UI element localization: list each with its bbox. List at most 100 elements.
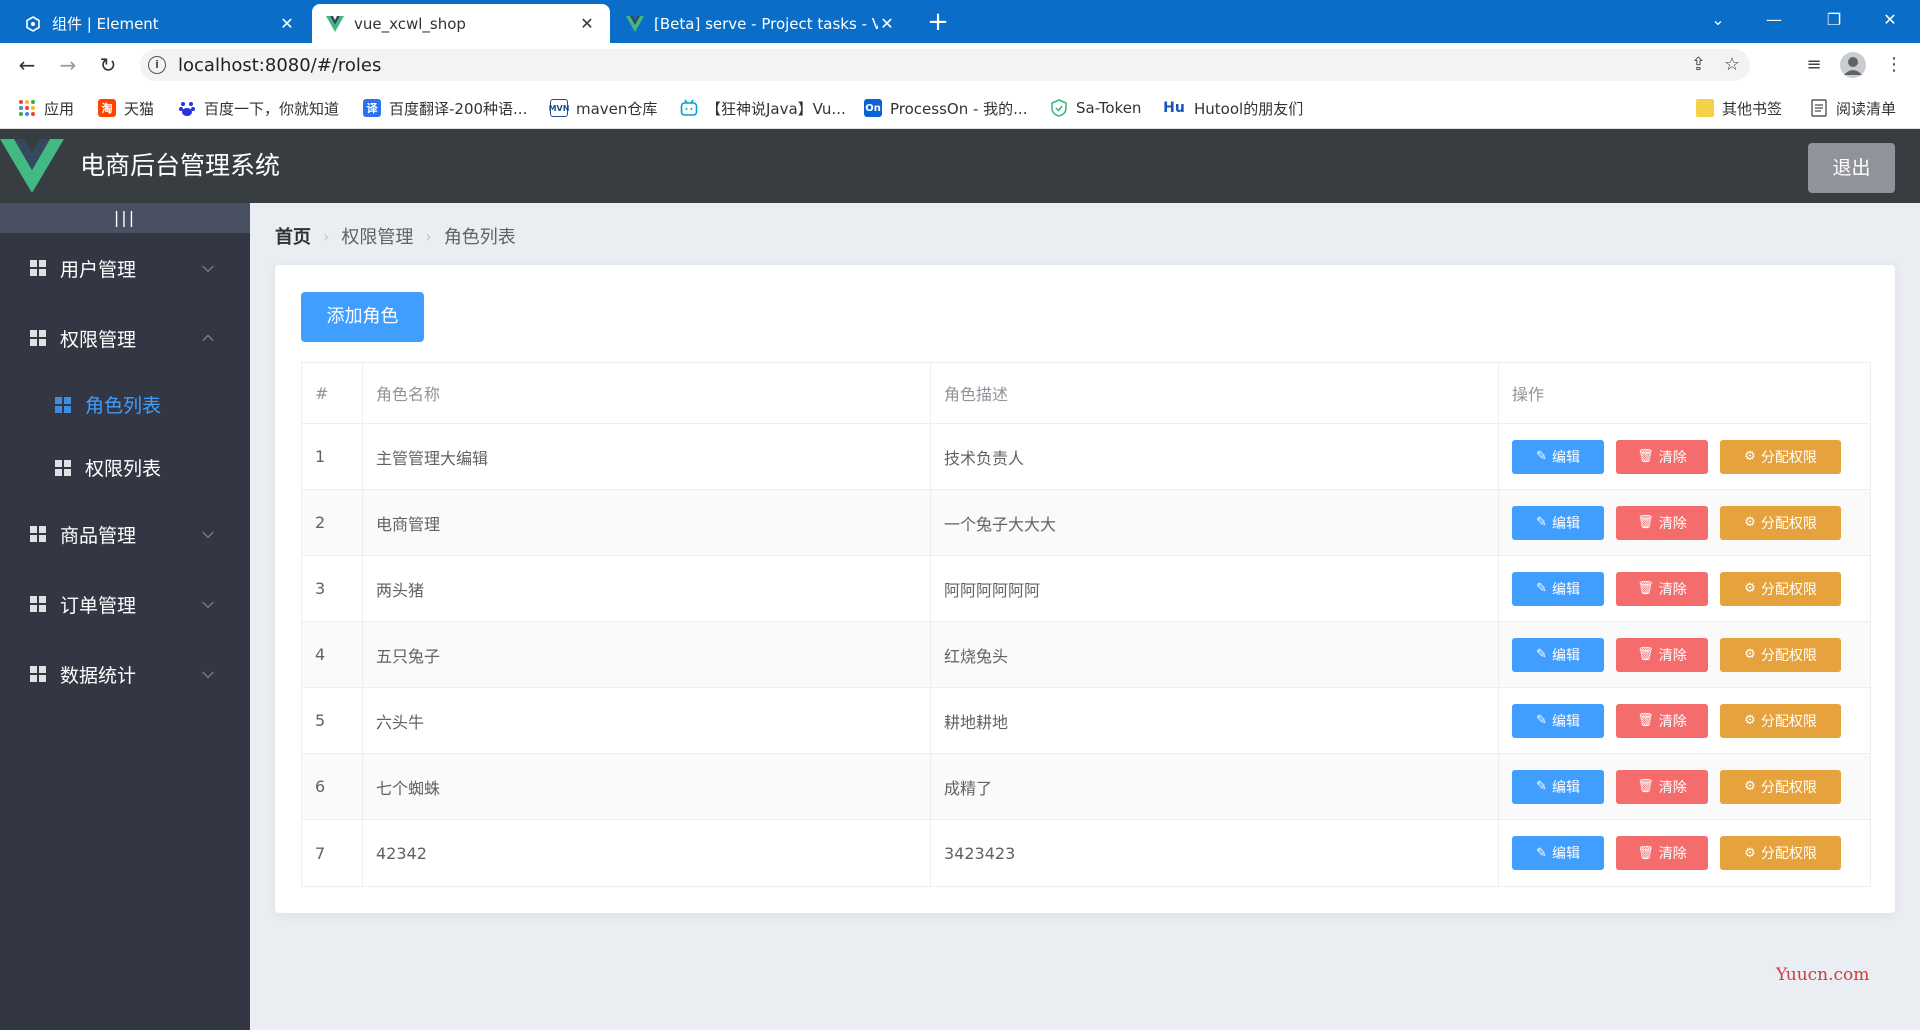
close-tab-icon[interactable]: ✕: [278, 14, 296, 33]
delete-button[interactable]: 🗑 清除: [1616, 637, 1708, 672]
delete-button[interactable]: 🗑 清除: [1616, 505, 1708, 540]
table-header-row: # 角色名称 角色描述 操作: [302, 363, 1870, 424]
sidebar-item-permission-list[interactable]: 权限列表: [0, 436, 250, 499]
delete-button[interactable]: 🗑 清除: [1616, 703, 1708, 738]
bookmark-baidu-translate[interactable]: 译 百度翻译-200种语...: [363, 87, 527, 129]
edit-button[interactable]: ✎ 编辑: [1512, 769, 1604, 804]
bookmark-tmall[interactable]: 淘 天猫: [98, 87, 154, 129]
sidebar-item-permissions[interactable]: 权限管理: [0, 303, 250, 373]
edit-button[interactable]: ✎ 编辑: [1512, 703, 1604, 738]
close-tab-icon[interactable]: ✕: [578, 14, 596, 33]
bookmark-apps[interactable]: 应用: [18, 87, 74, 129]
logout-button[interactable]: 退出: [1808, 143, 1895, 193]
cell-actions: ✎ 编辑 🗑 清除 ⚙ 分配权限: [1499, 424, 1870, 489]
tab-search-icon[interactable]: ⌄: [1690, 0, 1746, 40]
grid-menu-icon: [30, 666, 46, 682]
bookmark-label: 应用: [44, 99, 75, 118]
assign-permission-button[interactable]: ⚙ 分配权限: [1720, 703, 1841, 738]
browser-tab-element[interactable]: 组件 | Element ✕: [10, 4, 310, 43]
edit-label: 编辑: [1551, 779, 1580, 796]
sidebar-item-label: 订单管理: [60, 594, 137, 617]
browser-toolbar: ← → ↻ i localhost:8080/#/roles ⇪ ☆ ≡ ⋮: [0, 43, 1920, 87]
assign-permission-button[interactable]: ⚙ 分配权限: [1720, 637, 1841, 672]
browser-tab-project-tasks[interactable]: [Beta] serve - Project tasks - V ✕: [612, 4, 910, 43]
assign-permission-label: 分配权限: [1760, 515, 1817, 532]
add-role-button[interactable]: 添加角色: [301, 292, 424, 342]
delete-button[interactable]: 🗑 清除: [1616, 439, 1708, 474]
cell-role-name: 两头猪: [363, 556, 931, 621]
browser-tab-vue-xcwl-shop[interactable]: vue_xcwl_shop ✕: [312, 4, 610, 43]
chevron-right-icon: ›: [425, 226, 432, 246]
bookmark-baidu[interactable]: 百度一下，你就知道: [178, 87, 339, 129]
delete-label: 清除: [1658, 515, 1687, 532]
delete-label: 清除: [1658, 581, 1687, 598]
delete-button[interactable]: 🗑 清除: [1616, 571, 1708, 606]
bookmark-label: maven仓库: [576, 99, 658, 118]
edit-icon: ✎: [1536, 779, 1547, 794]
assign-permission-button[interactable]: ⚙ 分配权限: [1720, 439, 1841, 474]
close-window-icon[interactable]: ✕: [1862, 0, 1918, 40]
assign-permission-label: 分配权限: [1760, 779, 1817, 796]
delete-button[interactable]: 🗑 清除: [1616, 836, 1708, 870]
bookmark-other-folder[interactable]: 其他书签: [1696, 87, 1782, 129]
bookmark-sa-token[interactable]: Sa-Token: [1050, 87, 1141, 129]
tab-title: 组件 | Element: [52, 15, 159, 33]
sidebar-item-label: 角色列表: [85, 395, 162, 417]
bookmark-processon[interactable]: On ProcessOn - 我的...: [864, 87, 1027, 129]
sidebar-item-goods[interactable]: 商品管理: [0, 499, 250, 569]
assign-permission-button[interactable]: ⚙ 分配权限: [1720, 571, 1841, 606]
cell-index: 6: [302, 754, 363, 819]
back-icon[interactable]: ←: [13, 51, 41, 79]
close-tab-icon[interactable]: ✕: [878, 14, 896, 33]
cell-index: 2: [302, 490, 363, 555]
gear-icon: ⚙: [1744, 779, 1756, 794]
bookmark-maven[interactable]: MVN maven仓库: [549, 87, 658, 129]
breadcrumb-permissions: 权限管理: [341, 227, 414, 248]
bookmark-hutool[interactable]: Hu Hutool的朋友们: [1162, 87, 1303, 129]
bookmark-star-icon[interactable]: ☆: [1724, 49, 1740, 81]
chevron-down-icon: [202, 260, 214, 273]
reload-icon[interactable]: ↻: [94, 51, 122, 79]
chevron-right-icon: ›: [323, 226, 330, 246]
sidebar-item-reports[interactable]: 数据统计: [0, 639, 250, 709]
sidebar-item-role-list[interactable]: 角色列表: [0, 373, 250, 436]
edit-label: 编辑: [1551, 713, 1580, 730]
assign-permission-button[interactable]: ⚙ 分配权限: [1720, 505, 1841, 540]
delete-button[interactable]: 🗑 清除: [1616, 769, 1708, 804]
breadcrumb-home[interactable]: 首页: [275, 223, 311, 249]
edit-button[interactable]: ✎ 编辑: [1512, 637, 1604, 672]
assign-permission-button[interactable]: ⚙ 分配权限: [1720, 836, 1841, 870]
table-row: 3 两头猪 阿阿阿阿阿阿 ✎ 编辑 🗑 清除 ⚙ 分配权限: [302, 556, 1870, 622]
new-tab-button[interactable]: +: [922, 6, 954, 38]
edit-button[interactable]: ✎ 编辑: [1512, 836, 1604, 870]
cell-index: 1: [302, 424, 363, 489]
edit-label: 编辑: [1551, 846, 1580, 862]
sidebar-item-orders[interactable]: 订单管理: [0, 569, 250, 639]
edit-button[interactable]: ✎ 编辑: [1512, 505, 1604, 540]
assign-permission-button[interactable]: ⚙ 分配权限: [1720, 769, 1841, 804]
forward-icon[interactable]: →: [54, 51, 82, 79]
column-header-role-desc: 角色描述: [931, 363, 1499, 423]
browser-menu-icon[interactable]: ⋮: [1880, 51, 1908, 79]
grid-menu-icon: [30, 330, 46, 346]
cell-actions: ✎ 编辑 🗑 清除 ⚙ 分配权限: [1499, 490, 1870, 555]
trash-icon: 🗑: [1637, 647, 1654, 662]
edit-button[interactable]: ✎ 编辑: [1512, 439, 1604, 474]
table-body: 1 主管管理大编辑 技术负责人 ✎ 编辑 🗑 清除 ⚙ 分配权限 2 电商管理 一个兔子大大大 ✎ 编辑 🗑…: [302, 424, 1870, 886]
site-info-icon[interactable]: i: [148, 56, 166, 74]
profile-avatar-icon[interactable]: [1840, 52, 1866, 78]
sidebar-toggle-button[interactable]: |||: [0, 203, 250, 233]
media-icon[interactable]: ≡: [1800, 51, 1828, 79]
bookmark-bilibili[interactable]: 【狂神说Java】Vu...: [680, 87, 846, 129]
bookmark-label: 百度一下，你就知道: [204, 99, 340, 118]
chevron-down-icon: [202, 596, 214, 609]
address-bar[interactable]: i localhost:8080/#/roles ⇪ ☆: [140, 49, 1750, 81]
restore-icon[interactable]: ❐: [1806, 0, 1862, 40]
sidebar-item-users[interactable]: 用户管理: [0, 233, 250, 303]
edit-button[interactable]: ✎ 编辑: [1512, 571, 1604, 606]
share-icon[interactable]: ⇪: [1691, 49, 1706, 81]
minimize-icon[interactable]: —: [1746, 0, 1802, 40]
edit-label: 编辑: [1551, 449, 1580, 466]
reading-list[interactable]: 阅读清单: [1810, 87, 1896, 129]
trash-icon: 🗑: [1637, 779, 1654, 794]
